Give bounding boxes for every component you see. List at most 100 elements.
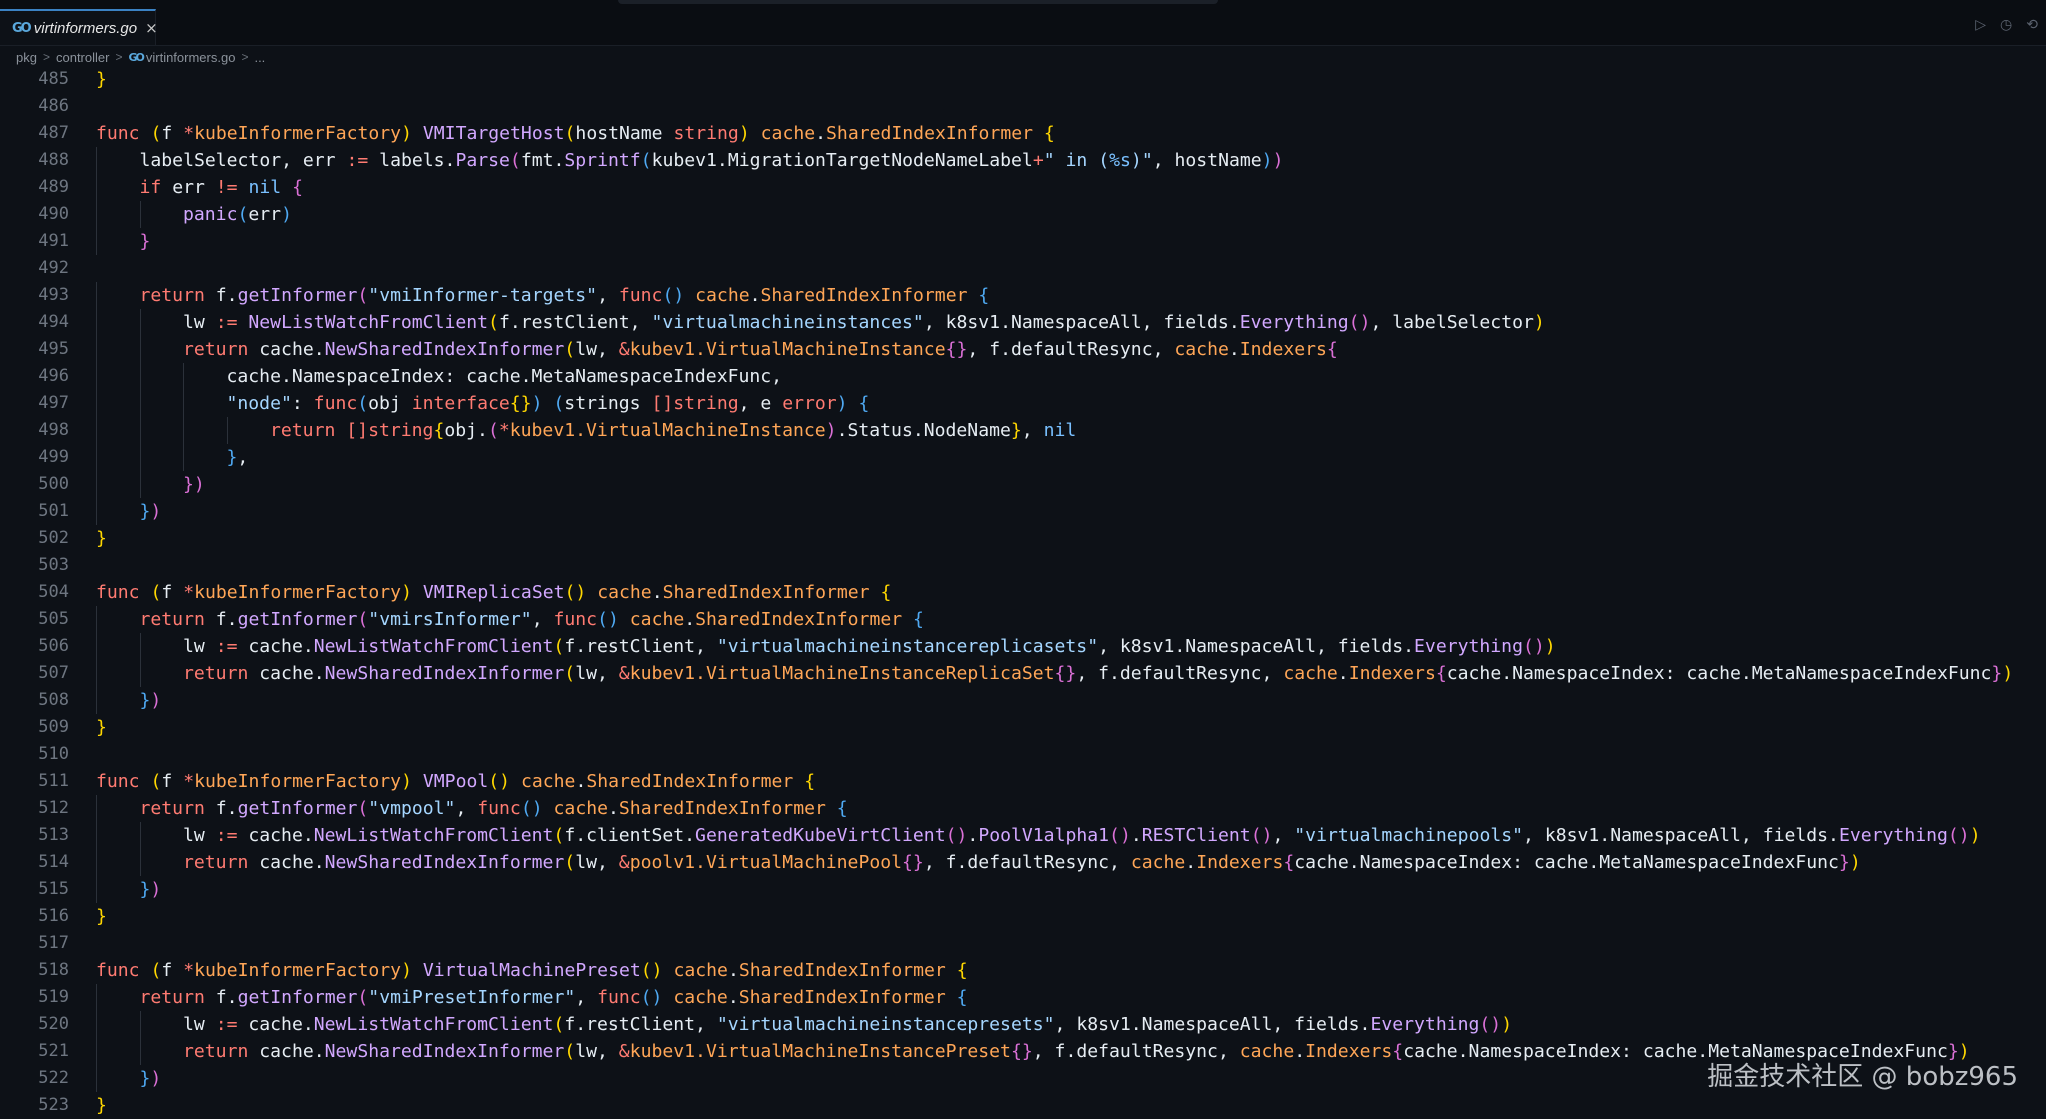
code-token: SharedIndexInformer — [695, 609, 903, 630]
code-token: . — [651, 582, 663, 603]
indent-guide — [96, 282, 97, 309]
timeline-icon[interactable]: ◷ — [2000, 17, 2012, 33]
code-token: kubeInformerFactory — [194, 960, 402, 981]
code-line[interactable]: 511 func (f *kubeInformerFactory) VMPool(… — [0, 768, 2046, 795]
code-token: * — [183, 123, 195, 144]
code-token: cache — [673, 987, 728, 1008]
code-line[interactable]: 489 if err != nil { — [0, 174, 2046, 201]
code-token: } — [1838, 852, 1850, 873]
breadcrumb-file[interactable]: virtinformers.go — [146, 50, 236, 65]
indent-guide — [96, 309, 97, 336]
breadcrumb-pkg[interactable]: pkg — [16, 50, 37, 65]
code-token: , k8sv1.NamespaceAll, fields. — [1523, 825, 1839, 846]
code-token: NewListWatchFromClient — [313, 636, 554, 657]
code-token: { — [858, 393, 870, 414]
code-token: () — [488, 771, 511, 792]
code-line[interactable]: 506 lw := cache.NewListWatchFromClient(f.… — [0, 633, 2046, 660]
code-token: func — [618, 285, 663, 306]
code-token: f.restClient, — [564, 1014, 717, 1035]
code-token: f. — [204, 798, 238, 819]
code-token: Everything — [1370, 1014, 1480, 1035]
code-token: } — [1010, 420, 1022, 441]
breadcrumb-controller[interactable]: controller — [56, 50, 109, 65]
code-line[interactable]: 485} — [0, 66, 2046, 93]
code-line[interactable]: 510 — [0, 741, 2046, 768]
code-line[interactable]: 508}) — [0, 687, 2046, 714]
command-center[interactable] — [618, 0, 1218, 4]
code-line[interactable]: 488 labelSelector, err := labels.Parse(fm… — [0, 147, 2046, 174]
code-token: cache.NamespaceIndex: cache.MetaNamespac… — [226, 366, 783, 387]
indent-guide — [226, 417, 228, 444]
code-text: } — [96, 525, 107, 552]
code-line[interactable]: 515}) — [0, 876, 2046, 903]
code-token: "virtualmachineinstancereplicasets" — [716, 636, 1099, 657]
code-line[interactable]: 507 return cache.NewSharedIndexInformer(l… — [0, 660, 2046, 687]
code-line[interactable]: 495 return cache.NewSharedIndexInformer(l… — [0, 336, 2046, 363]
line-number: 501 — [38, 501, 69, 521]
code-line[interactable]: 505 return f.getInformer("vmirsInformer",… — [0, 606, 2046, 633]
code-line[interactable]: 497 "node": func(obj interface{}) (string… — [0, 390, 2046, 417]
code-line[interactable]: 512 return f.getInformer("vmpool", func()… — [0, 795, 2046, 822]
code-line[interactable]: 517 — [0, 930, 2046, 957]
code-token: { — [956, 987, 968, 1008]
code-token: ( — [553, 825, 565, 846]
code-line[interactable]: 518 func (f *kubeInformerFactory) Virtual… — [0, 957, 2046, 984]
code-line[interactable]: 494 lw := NewListWatchFromClient(f.restCl… — [0, 309, 2046, 336]
tab-virtinformers-go[interactable]: GO virtinformers.go × — [0, 9, 158, 45]
code-line[interactable]: 500}) — [0, 471, 2046, 498]
code-line[interactable]: 490 panic(err) — [0, 201, 2046, 228]
code-line[interactable]: 519 return f.getInformer("vmiPresetInform… — [0, 984, 2046, 1011]
code-token: () — [662, 285, 685, 306]
code-line[interactable]: 523} — [0, 1092, 2046, 1119]
code-line[interactable]: 496 cache.NamespaceIndex: cache.MetaNames… — [0, 363, 2046, 390]
code-line[interactable]: 503 — [0, 552, 2046, 579]
code-line[interactable]: 502} — [0, 525, 2046, 552]
code-token: () — [945, 825, 968, 846]
code-text: if err != nil { — [140, 174, 303, 201]
code-line[interactable]: 491} — [0, 228, 2046, 255]
line-number: 521 — [38, 1041, 69, 1061]
indent-guide — [96, 660, 97, 687]
revert-icon[interactable]: ⟲ — [2026, 17, 2038, 33]
code-token: := — [215, 312, 238, 333]
indent-guide — [96, 471, 97, 498]
code-token: panic — [183, 204, 238, 225]
code-line[interactable]: 487 func (f *kubeInformerFactory) VMITarg… — [0, 120, 2046, 147]
line-number: 503 — [38, 555, 69, 575]
indent-guide — [183, 417, 184, 444]
code-line[interactable]: 516} — [0, 903, 2046, 930]
code-line[interactable]: 509} — [0, 714, 2046, 741]
code-line[interactable]: 492 — [0, 255, 2046, 282]
code-line[interactable]: 520 lw := cache.NewListWatchFromClient(f.… — [0, 1011, 2046, 1038]
chevron-right-icon: > — [42, 50, 50, 64]
code-line[interactable]: 501}) — [0, 498, 2046, 525]
code-token: ( — [357, 393, 369, 414]
code-line[interactable]: 498 return []string{obj.(*kubev1.VirtualM… — [0, 417, 2046, 444]
code-token: } — [139, 1068, 151, 1089]
code-line[interactable]: 493 return f.getInformer("vmiInformer-tar… — [0, 282, 2046, 309]
code-line[interactable]: 514 return cache.NewSharedIndexInformer(l… — [0, 849, 2046, 876]
code-token: NewSharedIndexInformer — [324, 1041, 565, 1062]
code-token: strings — [564, 393, 652, 414]
run-icon[interactable]: ▷ — [1975, 17, 1986, 33]
go-file-icon: GO — [12, 20, 32, 36]
breadcrumb-symbol[interactable]: ... — [254, 50, 265, 65]
code-line[interactable]: 504 func (f *kubeInformerFactory) VMIRepl… — [0, 579, 2046, 606]
code-line[interactable]: 513 lw := cache.NewListWatchFromClient(f.… — [0, 822, 2046, 849]
close-tab-icon[interactable]: × — [145, 19, 158, 37]
code-line[interactable]: 486 — [0, 93, 2046, 120]
breadcrumb: pkg > controller > GO virtinformers.go >… — [16, 46, 265, 68]
code-token: Everything — [1239, 312, 1349, 333]
code-token: ( — [640, 150, 652, 171]
code-token: kubeInformerFactory — [194, 771, 402, 792]
code-token: lw, — [575, 852, 619, 873]
code-token: { — [978, 285, 990, 306]
code-text: func (f *kubeInformerFactory) VMITargetH… — [96, 120, 1055, 147]
code-token: SharedIndexInformer — [662, 582, 870, 603]
code-line[interactable]: 499}, — [0, 444, 2046, 471]
code-editor[interactable]: 485} 486 487 func (f *kubeInformerFactory) … — [0, 66, 2046, 1119]
code-token: lw, — [575, 1041, 619, 1062]
